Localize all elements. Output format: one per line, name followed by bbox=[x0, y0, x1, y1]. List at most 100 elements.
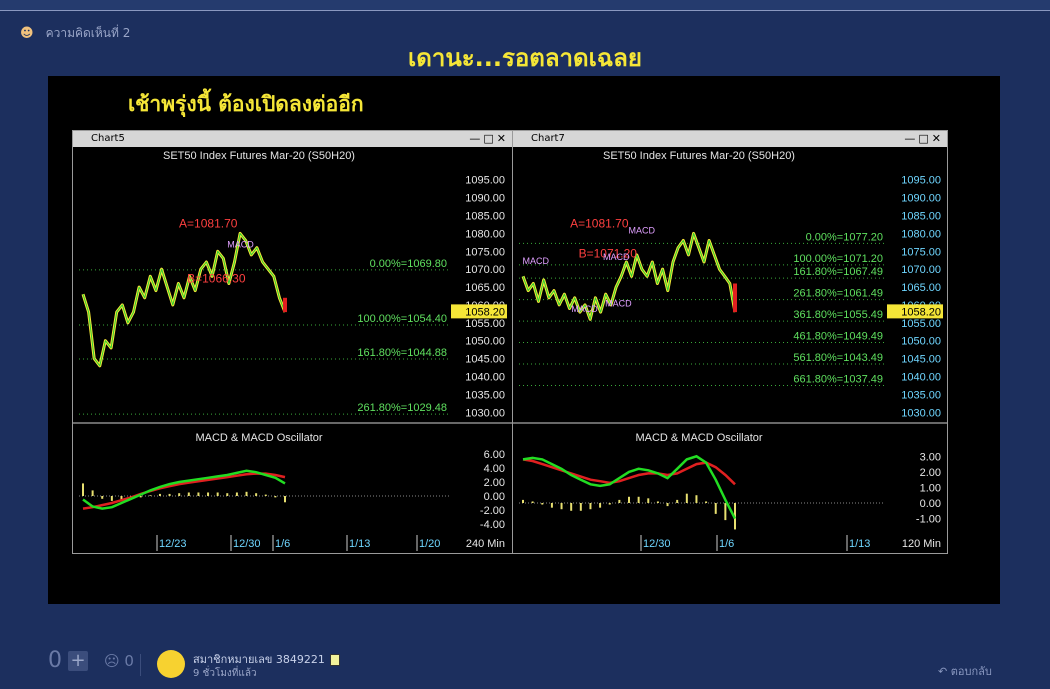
x-tick-label: 12/30 bbox=[233, 538, 261, 550]
indicator-y-tick: -4.00 bbox=[480, 519, 505, 531]
x-tick-label: 1/13 bbox=[349, 538, 370, 550]
last-price-label: 1058.20 bbox=[465, 306, 505, 318]
chart7-window: Chart7 —□✕ SET50 Index Futures Mar-20 (S… bbox=[512, 130, 948, 554]
plus-icon[interactable]: + bbox=[68, 650, 88, 671]
chart7-window-title: Chart7 bbox=[531, 133, 565, 144]
neg-score: 0 bbox=[124, 651, 134, 670]
y-tick-label: 1055.00 bbox=[465, 318, 505, 330]
y-tick-label: 1045.00 bbox=[901, 354, 941, 366]
macd-signal-label: MACD bbox=[628, 225, 655, 235]
chart-image: เช้าพรุ่งนี้ ต้องเปิดลงต่ออีก Chart5 —□✕… bbox=[48, 76, 1000, 604]
chart5-window: Chart5 —□✕ SET50 Index Futures Mar-20 (S… bbox=[72, 130, 513, 554]
y-tick-label: 1045.00 bbox=[465, 354, 505, 366]
indicator-title: MACD & MACD Oscillator bbox=[635, 432, 762, 444]
x-tick-label: 12/23 bbox=[159, 538, 187, 550]
y-tick-label: 1085.00 bbox=[901, 211, 941, 223]
y-tick-label: 1095.00 bbox=[901, 175, 941, 187]
fib-label: 100.00%=1054.40 bbox=[357, 313, 447, 325]
x-tick-label: 1/6 bbox=[275, 538, 290, 550]
vote-box: 0 + ☹ 0 bbox=[48, 648, 134, 673]
indicator-y-tick: 6.00 bbox=[484, 449, 505, 461]
fib-label: 261.80%=1061.49 bbox=[793, 288, 883, 300]
x-tick-label: 1/20 bbox=[419, 538, 440, 550]
reply-icon: ↶ bbox=[938, 665, 948, 678]
y-tick-label: 1075.00 bbox=[465, 246, 505, 258]
macd-signal-label: MACD bbox=[571, 304, 598, 314]
y-tick-label: 1070.00 bbox=[465, 264, 505, 276]
macd-signal-label: MACD bbox=[603, 252, 630, 262]
member-name[interactable]: สมาชิกหมายเลข 3849221 bbox=[193, 653, 325, 666]
indicator-y-tick: 2.00 bbox=[920, 467, 941, 479]
indicator-y-tick: 1.00 bbox=[920, 482, 941, 494]
chart5-title-bar[interactable]: Chart5 —□✕ bbox=[73, 131, 512, 147]
price-trend-line bbox=[82, 232, 286, 367]
reply-label[interactable]: ตอบกลับ bbox=[951, 665, 992, 678]
y-tick-label: 1090.00 bbox=[901, 193, 941, 205]
y-tick-label: 1065.00 bbox=[901, 282, 941, 294]
fib-label: 261.80%=1029.48 bbox=[357, 402, 447, 414]
interval-label: 240 Min bbox=[466, 538, 505, 550]
y-tick-label: 1080.00 bbox=[901, 228, 941, 240]
mobile-icon bbox=[329, 654, 340, 666]
y-tick-label: 1065.00 bbox=[465, 282, 505, 294]
fib-label: 161.80%=1067.49 bbox=[793, 266, 883, 278]
y-tick-label: 1050.00 bbox=[465, 336, 505, 348]
y-tick-label: 1035.00 bbox=[465, 389, 505, 401]
y-tick-label: 1095.00 bbox=[465, 175, 505, 187]
x-tick-label: 1/13 bbox=[849, 538, 870, 550]
x-tick-label: 1/6 bbox=[719, 538, 734, 550]
reply-button[interactable]: ↶ ตอบกลับ bbox=[938, 662, 992, 680]
fib-label: 661.80%=1037.49 bbox=[793, 373, 883, 385]
top-bar bbox=[0, 0, 1050, 11]
indicator-y-tick: 0.00 bbox=[920, 498, 941, 510]
fib-label: 100.00%=1071.20 bbox=[793, 253, 883, 265]
chart7-plot: SET50 Index Futures Mar-20 (S50H20) 1095.… bbox=[513, 150, 947, 551]
pivot-label: B=1066.30 bbox=[187, 271, 246, 285]
price-line bbox=[81, 231, 287, 368]
y-tick-label: 1070.00 bbox=[901, 264, 941, 276]
chart5-plot: SET50 Index Futures Mar-20 (S50H20) 1095.… bbox=[73, 150, 512, 551]
macd-signal-label: MACD bbox=[605, 299, 632, 309]
last-price-label: 1058.20 bbox=[901, 306, 941, 318]
negative-vote[interactable]: ☹ 0 bbox=[104, 652, 134, 670]
y-tick-label: 1080.00 bbox=[465, 228, 505, 240]
macd-line bbox=[522, 454, 737, 520]
avatar[interactable] bbox=[157, 650, 185, 678]
comment-footer: 0 + ☹ 0 สมาชิกหมายเลข 3849221 9 ชั่วโมงท… bbox=[0, 640, 1050, 689]
indicator-y-tick: -1.00 bbox=[916, 514, 941, 526]
window-controls[interactable]: —□✕ bbox=[904, 131, 944, 147]
window-controls[interactable]: —□✕ bbox=[469, 131, 509, 147]
fib-label: 0.00%=1069.80 bbox=[370, 258, 447, 270]
x-tick-label: 12/30 bbox=[643, 538, 671, 550]
y-tick-label: 1030.00 bbox=[901, 407, 941, 419]
signal-line bbox=[82, 472, 286, 510]
y-tick-label: 1090.00 bbox=[465, 193, 505, 205]
interval-label: 120 Min bbox=[902, 538, 941, 550]
comment-title: เดานะ...รอตลาดเฉลย bbox=[408, 44, 642, 72]
fib-label: 161.80%=1044.88 bbox=[357, 347, 447, 359]
chart-title: SET50 Index Futures Mar-20 (S50H20) bbox=[603, 150, 795, 162]
y-tick-label: 1040.00 bbox=[901, 371, 941, 383]
indicator-y-tick: 3.00 bbox=[920, 451, 941, 463]
y-tick-label: 1085.00 bbox=[465, 211, 505, 223]
y-tick-label: 1030.00 bbox=[465, 407, 505, 419]
vote-score: 0 bbox=[48, 648, 62, 673]
image-caption: เช้าพรุ่งนี้ ต้องเปิดลงต่ออีก bbox=[128, 92, 364, 116]
fib-label: 561.80%=1043.49 bbox=[793, 352, 883, 364]
chart5-window-title: Chart5 bbox=[91, 133, 125, 144]
indicator-y-tick: 4.00 bbox=[484, 463, 505, 475]
y-tick-label: 1040.00 bbox=[465, 371, 505, 383]
indicator-y-tick: 2.00 bbox=[484, 477, 505, 489]
post-time: 9 ชั่วโมงที่แล้ว bbox=[193, 668, 257, 679]
fib-label: 461.80%=1049.49 bbox=[793, 331, 883, 343]
chart7-title-bar[interactable]: Chart7 —□✕ bbox=[513, 131, 947, 147]
pivot-label: A=1081.70 bbox=[570, 216, 629, 230]
macd-signal-label: MACD bbox=[522, 256, 549, 266]
chart-title: SET50 Index Futures Mar-20 (S50H20) bbox=[163, 150, 355, 162]
indicator-y-tick: -2.00 bbox=[480, 505, 505, 517]
fib-label: 361.80%=1055.49 bbox=[793, 309, 883, 321]
y-tick-label: 1050.00 bbox=[901, 336, 941, 348]
y-tick-label: 1055.00 bbox=[901, 318, 941, 330]
y-tick-label: 1035.00 bbox=[901, 389, 941, 401]
macd-signal-label: MACD bbox=[227, 240, 254, 250]
